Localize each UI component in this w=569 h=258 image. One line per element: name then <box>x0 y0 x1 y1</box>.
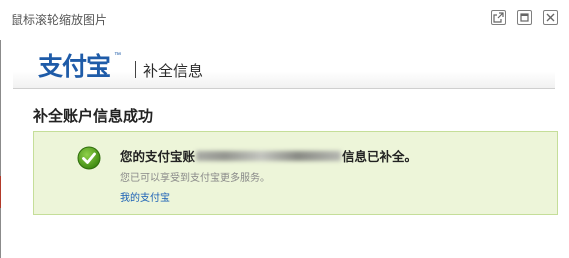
success-title: 您的支付宝账 信息已补全。 <box>120 146 417 165</box>
maximize-icon <box>520 13 529 22</box>
success-description: 您已可以享受到支付宝更多服务。 <box>120 173 270 184</box>
header-divider <box>135 61 136 78</box>
left-border <box>0 40 1 258</box>
blurred-account-name <box>196 150 342 161</box>
success-message-box: 您的支付宝账 信息已补全。 您已可以享受到支付宝更多服务。 我的支付宝 <box>33 131 558 215</box>
section-title: 补全账户信息成功 <box>33 107 154 125</box>
popout-button[interactable] <box>491 10 506 25</box>
close-icon <box>546 13 555 22</box>
logo-text: 支付宝 <box>38 52 111 81</box>
close-button[interactable] <box>543 10 558 25</box>
maximize-button[interactable] <box>517 10 532 25</box>
external-link-icon <box>493 12 504 23</box>
logo-trademark: ™ <box>114 52 121 59</box>
window-title: 鼠标滚轮缩放图片 <box>11 13 108 27</box>
success-title-prefix: 您的支付宝账 <box>120 149 196 164</box>
success-check-icon <box>77 146 101 170</box>
left-border-accent <box>0 176 1 208</box>
alipay-logo[interactable]: 支付宝 ™ <box>38 52 121 81</box>
alipay-header: 支付宝 ™ 补全信息 <box>13 46 555 89</box>
window-titlebar: 鼠标滚轮缩放图片 <box>0 0 569 40</box>
page-heading: 补全信息 <box>143 62 204 80</box>
success-title-suffix: 信息已补全。 <box>342 149 418 164</box>
my-alipay-link[interactable]: 我的支付宝 <box>120 189 170 204</box>
